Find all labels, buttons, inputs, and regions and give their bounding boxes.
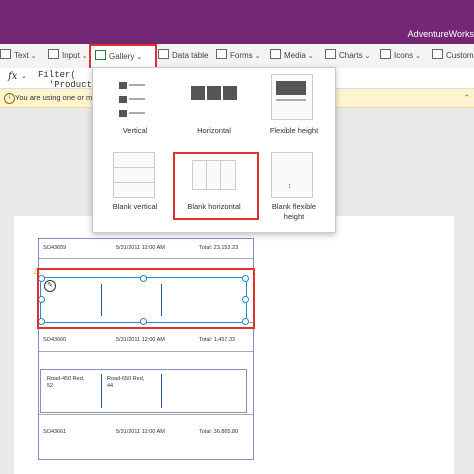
product-name: Road-650 Red,: [107, 376, 145, 382]
ribbon-datatable-label: Data table: [172, 51, 209, 60]
table-row[interactable]: SO43659 5/31/2011 12:00 AM Total: 23,153…: [39, 239, 253, 257]
chevron-down-icon: ⌄: [307, 53, 314, 60]
form-icon: [216, 49, 227, 59]
vertical-gallery-icon: [115, 78, 155, 122]
order-total: Total: 1,457.33: [199, 337, 236, 343]
chevron-down-icon[interactable]: ⌄: [21, 72, 27, 80]
chevron-down-icon: ⌄: [81, 53, 88, 60]
table-icon: [158, 49, 169, 59]
chart-icon: [325, 49, 336, 59]
chevron-down-icon: ⌄: [364, 53, 371, 60]
product-gallery[interactable]: Road-450 Red, 52 Road-650 Red, 44: [40, 369, 247, 413]
horizontal-gallery-icon: [189, 84, 239, 112]
input-icon: [48, 49, 59, 59]
ribbon-media-label: Media: [284, 51, 306, 60]
gallery-option-blank-vertical[interactable]: Blank vertical: [103, 202, 167, 211]
gallery-option-vertical[interactable]: Vertical: [103, 126, 167, 135]
ribbon-datatable-button[interactable]: Data table: [158, 47, 208, 65]
chevron-down-icon: ⌄: [415, 53, 421, 60]
blank-horizontal-gallery-icon: [192, 160, 236, 190]
table-row[interactable]: SO43660 5/31/2011 12:00 AM Total: 1,457.…: [39, 331, 253, 349]
media-icon: [270, 49, 281, 59]
ribbon-charts-button[interactable]: Charts ⌄: [325, 47, 370, 65]
text-icon: [0, 49, 11, 59]
ribbon-text-label: Text: [14, 51, 29, 60]
ribbon-forms-label: Forms: [230, 51, 253, 60]
table-row[interactable]: SO43661 5/31/2011 12:00 AM Total: 36,865…: [39, 423, 253, 441]
ribbon-forms-button[interactable]: Forms ⌄: [216, 47, 261, 65]
order-date: 5/31/2011 12:00 AM: [116, 337, 165, 343]
ribbon-gallery-label: Gallery: [109, 52, 135, 61]
list-item[interactable]: Road-450 Red, 52: [47, 376, 84, 390]
insert-ribbon: Text ⌄ Input ⌄ Gallery ⌄ Data table Forms ⌄ …: [0, 44, 474, 70]
chevron-down-icon: ⌄: [254, 53, 261, 60]
product-name: Road-450 Red,: [47, 376, 85, 382]
order-id: SO43660: [43, 337, 67, 343]
blank-vertical-gallery-icon: [113, 152, 155, 198]
list-item[interactable]: Road-650 Red, 44: [107, 376, 144, 390]
custom-icon: [432, 49, 443, 59]
gallery-option-flexible-height[interactable]: Flexible height: [259, 126, 329, 135]
title-bar: AdventureWorks: [0, 0, 474, 44]
blank-flexible-height-gallery-icon: ↕: [271, 152, 313, 198]
formula-input[interactable]: Filter( 'Product: [38, 70, 92, 90]
gallery-option-horizontal[interactable]: Horizontal: [179, 126, 249, 135]
order-id: SO43659: [43, 245, 67, 251]
ribbon-text-button[interactable]: Text ⌄: [0, 47, 37, 65]
info-icon: i: [4, 93, 15, 104]
option-label-line-1: Blank flexible: [271, 202, 317, 211]
chevron-down-icon: ⌄: [136, 54, 143, 61]
gallery-icon: [95, 50, 106, 60]
icons-icon: [380, 49, 391, 59]
ribbon-icons-label: Icons: [394, 51, 414, 60]
selection-highlight: [37, 268, 255, 329]
gallery-dropdown-menu: Vertical Horizontal Flexible height Blan…: [92, 67, 336, 233]
gallery-option-blank-flexible-height[interactable]: Blank flexible height: [259, 202, 329, 222]
chevron-down-icon: ⌄: [30, 53, 37, 60]
order-id: SO43661: [43, 429, 67, 435]
template-divider: [161, 374, 162, 408]
ribbon-custom-button[interactable]: Custom: [432, 47, 474, 65]
product-size: 52: [47, 383, 54, 389]
order-total: Total: 23,153.23: [199, 245, 239, 251]
app-title: AdventureWorks: [407, 29, 474, 39]
row-divider: [39, 258, 253, 259]
order-total: Total: 36,865.80: [199, 429, 239, 435]
template-divider: [101, 374, 102, 408]
ribbon-input-label: Input: [62, 51, 80, 60]
gallery-option-blank-horizontal[interactable]: Blank horizontal: [177, 202, 251, 211]
ribbon-media-button[interactable]: Media ⌄: [270, 47, 314, 65]
order-date: 5/31/2011 12:00 AM: [116, 429, 165, 435]
ribbon-charts-label: Charts: [339, 51, 363, 60]
order-date: 5/31/2011 12:00 AM: [116, 245, 165, 251]
row-divider: [39, 351, 253, 352]
ribbon-icons-button[interactable]: Icons ⌄: [380, 47, 421, 65]
ribbon-custom-label: Custom: [446, 51, 474, 60]
collapse-chevron-icon[interactable]: ⌃: [464, 89, 470, 107]
flexible-height-gallery-icon: [271, 74, 313, 120]
ribbon-input-button[interactable]: Input ⌄: [48, 47, 88, 65]
product-size: 44: [107, 383, 114, 389]
formula-line-1: Filter(: [38, 70, 76, 80]
row-divider: [39, 414, 253, 415]
fx-icon[interactable]: fx: [8, 71, 17, 82]
option-label-line-2: height: [283, 212, 305, 221]
